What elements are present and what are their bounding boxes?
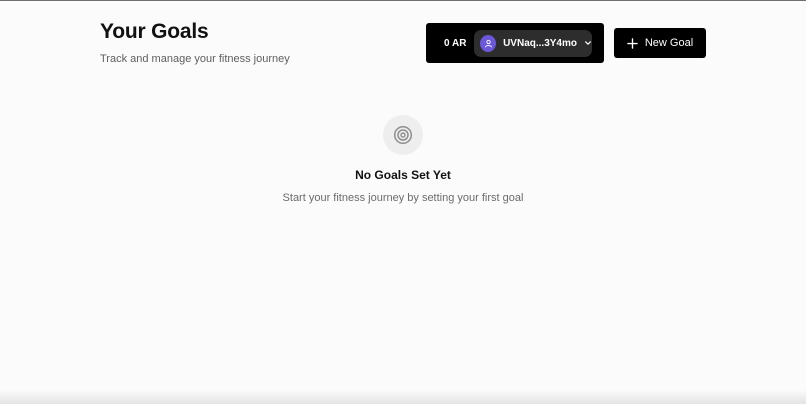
empty-state: No Goals Set Yet Start your fitness jour…	[0, 115, 806, 204]
page-title: Your Goals	[100, 20, 209, 43]
page-subtitle: Track and manage your fitness journey	[100, 53, 290, 65]
page-header: Your Goals Track and manage your fitness…	[100, 20, 290, 66]
avatar	[480, 34, 497, 52]
empty-state-icon-circle	[383, 115, 423, 155]
plus-icon	[627, 37, 638, 49]
target-icon	[393, 125, 413, 145]
empty-state-message: Start your fitness journey by setting yo…	[282, 192, 524, 204]
wallet-widget: 0 AR UVNaq...3Y4mo	[426, 23, 604, 63]
account-dropdown[interactable]: UVNaq...3Y4mo	[474, 29, 592, 57]
bottom-shadow	[0, 390, 806, 404]
empty-state-title: No Goals Set Yet	[355, 168, 451, 182]
chevron-down-icon	[584, 39, 592, 47]
new-goal-button[interactable]: New Goal	[614, 28, 706, 58]
new-goal-label: New Goal	[644, 37, 694, 49]
goals-page: Your Goals Track and manage your fitness…	[0, 0, 806, 404]
user-icon	[484, 39, 492, 47]
wallet-address: UVNaq...3Y4mo	[503, 37, 577, 49]
